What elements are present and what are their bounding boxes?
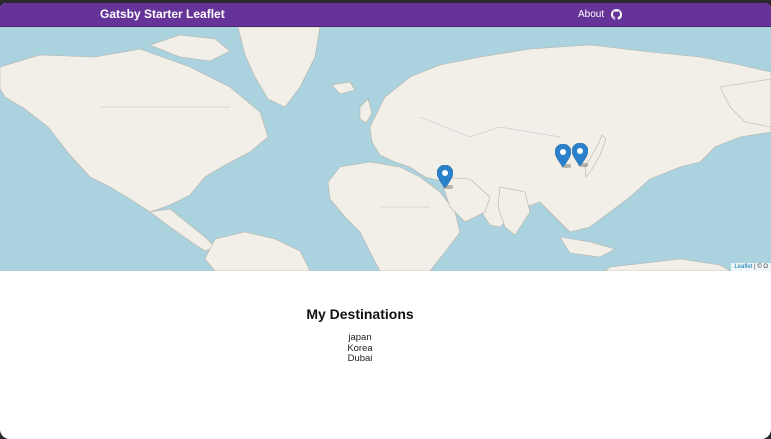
map-tiles[interactable] — [0, 27, 771, 271]
github-icon[interactable] — [611, 9, 622, 20]
map-marker-icon[interactable] — [555, 144, 571, 168]
destinations-list: japan Korea Dubai — [0, 332, 720, 365]
browser-window: Gatsby Starter Leaflet About Leaflet | ©… — [0, 3, 771, 439]
nav-link-about[interactable]: About — [578, 9, 604, 20]
list-item: japan — [348, 332, 372, 343]
map-marker-icon[interactable] — [572, 143, 588, 167]
list-item: Dubai — [347, 353, 373, 364]
map-attribution: Leaflet | © O — [731, 263, 771, 271]
map-marker-icon[interactable] — [437, 165, 453, 189]
attribution-text: | © O — [752, 264, 768, 270]
navbar: Gatsby Starter Leaflet About — [0, 3, 771, 27]
site-brand-link[interactable]: Gatsby Starter Leaflet — [100, 7, 225, 21]
main-content: My Destinations japan Korea Dubai — [0, 271, 771, 439]
leaflet-map[interactable]: Leaflet | © O — [0, 27, 771, 271]
leaflet-attribution-link[interactable]: Leaflet — [734, 264, 752, 270]
destinations-heading: My Destinations — [306, 306, 414, 322]
